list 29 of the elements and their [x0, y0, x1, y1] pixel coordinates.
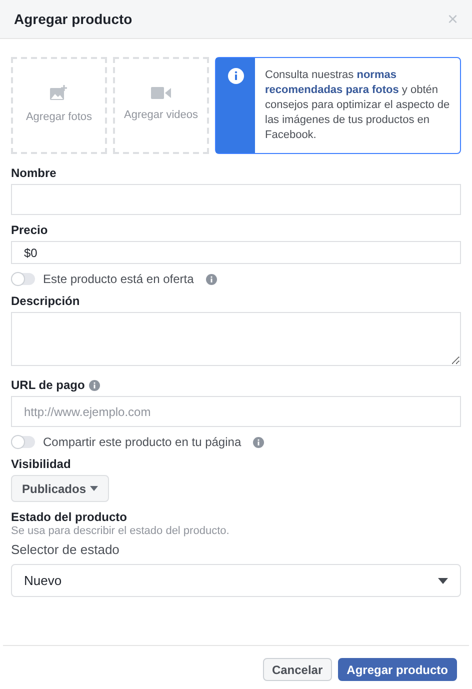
caret-icon	[90, 486, 98, 491]
text-field[interactable]	[11, 184, 461, 215]
submit-button[interactable]: Agregar producto	[338, 658, 457, 681]
description-field[interactable]	[11, 312, 461, 366]
condition-select[interactable]: Nuevo	[11, 564, 461, 597]
toggle-label: Compartir este producto en tu página	[43, 435, 242, 449]
text-field[interactable]: http://www.ejemplo.com	[11, 396, 461, 427]
info-icon	[228, 68, 244, 84]
select-caption: Selector de estado	[11, 542, 120, 558]
text-field[interactable]: $0	[11, 241, 461, 264]
field-label: Nombre	[11, 166, 56, 180]
notice-text: Consulta nuestras normas recomendadas para fotos y obtén consejos para optimizar el aspecto de las imágenes de tus productos en Facebook.	[264, 68, 451, 143]
info-icon	[253, 436, 264, 448]
field-label: URL de pago	[11, 378, 85, 392]
toggle-label: Este producto está en oferta	[43, 272, 194, 286]
toggle-switch[interactable]	[11, 273, 35, 285]
dialog-title: Agregar producto	[14, 10, 132, 29]
video-camera-icon	[151, 87, 171, 100]
toggle-switch[interactable]	[11, 436, 35, 448]
field-label: Visibilidad	[11, 457, 72, 471]
photo-add-icon	[50, 85, 68, 102]
field-hint: Se usa para describir el estado del producto.	[11, 524, 230, 538]
visibility-dropdown[interactable]: Publicados	[11, 475, 110, 502]
info-icon	[206, 274, 217, 284]
field-label: Descripción	[11, 294, 81, 308]
cancel-button[interactable]: Cancelar	[262, 658, 332, 681]
field-label: Precio	[11, 223, 48, 237]
field-label: Estado del producto	[11, 510, 128, 524]
caret-icon	[438, 578, 448, 584]
